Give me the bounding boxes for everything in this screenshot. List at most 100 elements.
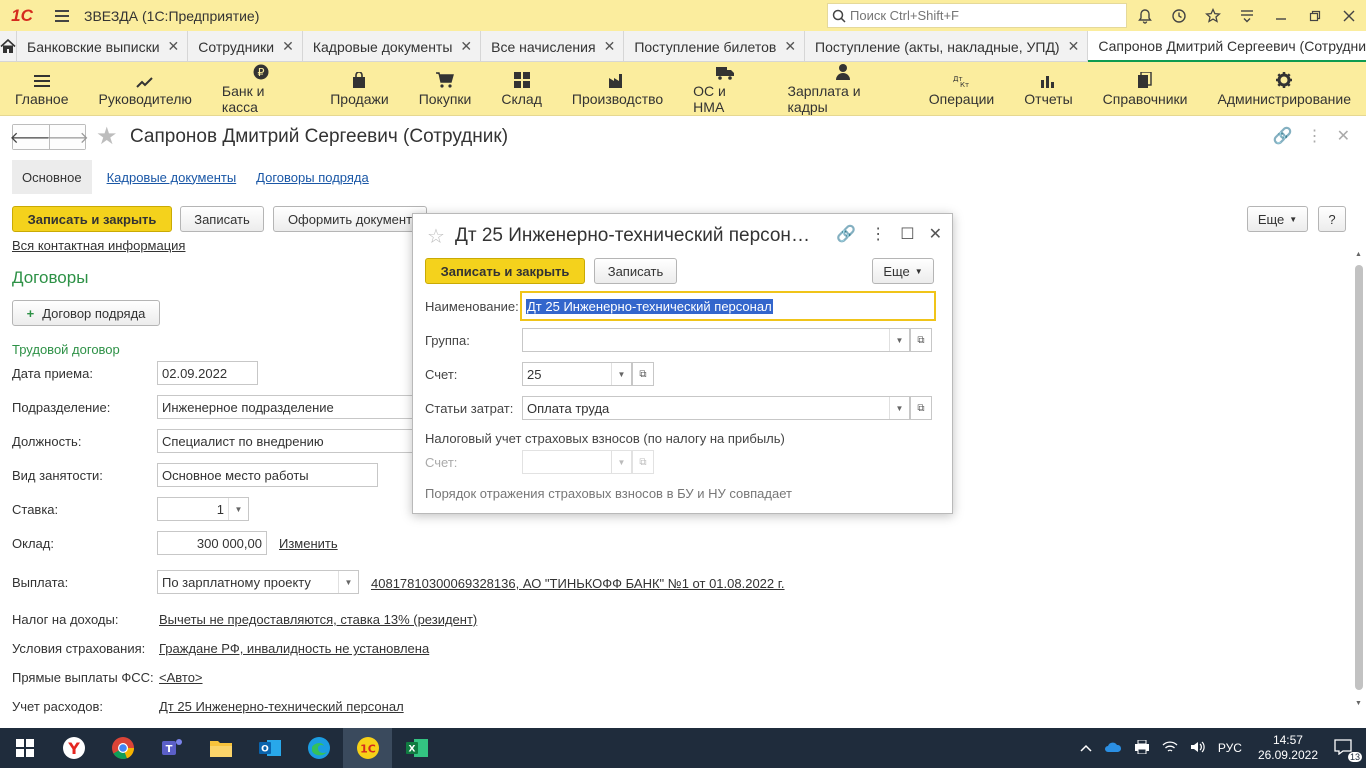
- favorite-star-icon[interactable]: ☆: [427, 224, 445, 249]
- outlook-icon[interactable]: O: [245, 728, 294, 768]
- close-icon[interactable]: ✕: [460, 38, 472, 55]
- file-explorer-icon[interactable]: [196, 728, 245, 768]
- section-main[interactable]: Главное: [0, 62, 84, 115]
- open-icon[interactable]: ⧉: [632, 362, 654, 386]
- position-field[interactable]: Специалист по внедрению: [157, 429, 413, 453]
- close-icon[interactable]: ✕: [282, 38, 294, 55]
- salary-field[interactable]: 300 000,00: [157, 531, 267, 555]
- tab-contracts[interactable]: Договоры подряда: [251, 170, 374, 185]
- tab-tickets-receipt[interactable]: Поступление билетов ✕: [624, 31, 806, 62]
- wifi-icon[interactable]: [1162, 740, 1178, 757]
- section-warehouse[interactable]: Склад: [486, 62, 557, 115]
- windows-start-icon[interactable]: [0, 728, 49, 768]
- tab-all-accruals[interactable]: Все начисления ✕: [481, 31, 625, 62]
- dialog-save-and-close-button[interactable]: Записать и закрыть: [425, 258, 585, 284]
- make-document-button[interactable]: Оформить документ: [273, 206, 427, 232]
- main-menu-icon[interactable]: [44, 0, 80, 31]
- dialog-save-button[interactable]: Записать: [594, 258, 677, 284]
- group-field[interactable]: ▼: [522, 328, 910, 352]
- close-icon[interactable]: ✕: [168, 38, 180, 55]
- section-production[interactable]: Производство: [557, 62, 678, 115]
- notifications-icon[interactable]: 13: [1334, 738, 1362, 762]
- volume-icon[interactable]: [1190, 740, 1206, 757]
- section-sales[interactable]: Продажи: [315, 62, 403, 115]
- settings-menu-icon[interactable]: [1230, 0, 1264, 31]
- favorite-star-icon[interactable]: ★: [96, 122, 118, 151]
- insurance-link[interactable]: Граждане РФ, инвалидность не установлена: [159, 641, 429, 656]
- section-manager[interactable]: Руководителю: [84, 62, 207, 115]
- more-vertical-icon[interactable]: ⋮: [1307, 126, 1323, 146]
- close-form-icon[interactable]: ✕: [1337, 126, 1350, 146]
- clock[interactable]: 14:57 26.09.2022: [1258, 733, 1318, 763]
- open-icon[interactable]: ⧉: [910, 328, 932, 352]
- dropdown-arrow-icon[interactable]: ▼: [338, 571, 358, 593]
- fss-link[interactable]: <Авто>: [159, 670, 203, 685]
- yandex-browser-icon[interactable]: Y: [49, 728, 98, 768]
- section-catalogs[interactable]: Справочники: [1088, 62, 1203, 115]
- close-dialog-icon[interactable]: ✕: [929, 224, 942, 244]
- dialog-more-button[interactable]: Еще ▼: [872, 258, 934, 284]
- printer-icon[interactable]: [1134, 739, 1150, 757]
- forward-arrow-icon[interactable]: 🡒: [46, 125, 89, 149]
- favorites-star-icon[interactable]: [1196, 0, 1230, 31]
- 1c-enterprise-taskbar-icon[interactable]: 1C: [343, 728, 392, 768]
- teams-icon[interactable]: T: [147, 728, 196, 768]
- open-icon[interactable]: ⧉: [910, 396, 932, 420]
- payment-account-link[interactable]: 40817810300069328136, АО "ТИНЬКОФФ БАНК"…: [371, 576, 785, 591]
- more-button[interactable]: Еще ▼: [1247, 206, 1308, 232]
- account-field[interactable]: 25 ▼: [522, 362, 632, 386]
- salary-change-link[interactable]: Изменить: [279, 536, 338, 551]
- close-icon[interactable]: ✕: [1068, 38, 1080, 55]
- minimize-icon[interactable]: [1264, 0, 1298, 31]
- section-reports[interactable]: Отчеты: [1009, 62, 1087, 115]
- section-bank[interactable]: ₽ Банк и касса: [207, 62, 315, 115]
- 1c-logo-icon[interactable]: 1C: [0, 0, 44, 31]
- chevron-up-icon[interactable]: [1080, 741, 1092, 755]
- language-indicator[interactable]: РУС: [1218, 741, 1242, 755]
- section-operations[interactable]: Дт Кт Операции: [914, 62, 1010, 115]
- cost-item-field[interactable]: Оплата труда ▼: [522, 396, 910, 420]
- department-field[interactable]: Инженерное подразделение: [157, 395, 413, 419]
- section-purchases[interactable]: Покупки: [404, 62, 487, 115]
- search-box[interactable]: [827, 3, 1127, 28]
- more-vertical-icon[interactable]: ⋮: [870, 224, 886, 244]
- close-window-icon[interactable]: [1332, 0, 1366, 31]
- onedrive-icon[interactable]: [1104, 741, 1122, 756]
- maximize-icon[interactable]: ☐: [900, 224, 914, 244]
- tab-bank-statements[interactable]: Банковские выписки ✕: [17, 31, 189, 62]
- tab-employee-card[interactable]: Сапронов Дмитрий Сергеевич (Сотрудник)✕: [1088, 31, 1366, 62]
- link-icon[interactable]: 🔗: [836, 224, 856, 244]
- income-tax-link[interactable]: Вычеты не предоставляются, ставка 13% (р…: [159, 612, 477, 627]
- restore-icon[interactable]: [1298, 0, 1332, 31]
- tab-employees[interactable]: Сотрудники ✕: [188, 31, 303, 62]
- save-button[interactable]: Записать: [180, 206, 264, 232]
- tab-hr-docs[interactable]: Кадровые документы: [102, 170, 242, 185]
- help-button[interactable]: ?: [1318, 206, 1346, 232]
- dropdown-arrow-icon[interactable]: ▼: [611, 363, 631, 385]
- name-field[interactable]: Дт 25 Инженерно-технический персонал: [520, 291, 936, 321]
- chrome-icon[interactable]: [98, 728, 147, 768]
- expense-link[interactable]: Дт 25 Инженерно-технический персонал: [159, 699, 404, 714]
- rate-field[interactable]: 1 ▼: [157, 497, 249, 521]
- home-icon[interactable]: [0, 31, 17, 62]
- close-icon[interactable]: ✕: [604, 38, 616, 55]
- scroll-up-icon[interactable]: ▲: [1355, 251, 1362, 258]
- search-input[interactable]: [850, 8, 1120, 23]
- back-arrow-icon[interactable]: 🡐: [10, 125, 52, 149]
- employment-type-field[interactable]: Основное место работы: [157, 463, 378, 487]
- close-icon[interactable]: ✕: [784, 38, 796, 55]
- section-administration[interactable]: Администрирование: [1203, 62, 1366, 115]
- dropdown-arrow-icon[interactable]: ▼: [889, 397, 909, 419]
- add-contract-button[interactable]: + Договор подряда: [12, 300, 160, 326]
- link-icon[interactable]: 🔗: [1273, 126, 1293, 146]
- tab-hr-documents[interactable]: Кадровые документы ✕: [303, 31, 482, 62]
- save-and-close-button[interactable]: Записать и закрыть: [12, 206, 172, 232]
- history-icon[interactable]: [1162, 0, 1196, 31]
- scroll-down-icon[interactable]: ▼: [1355, 700, 1362, 707]
- edge-icon[interactable]: [294, 728, 343, 768]
- dropdown-arrow-icon[interactable]: ▼: [889, 329, 909, 351]
- contact-info-link[interactable]: Вся контактная информация: [12, 238, 185, 253]
- tab-main[interactable]: Основное: [12, 160, 92, 194]
- bell-icon[interactable]: [1128, 0, 1162, 31]
- payment-select[interactable]: По зарплатному проекту ▼: [157, 570, 359, 594]
